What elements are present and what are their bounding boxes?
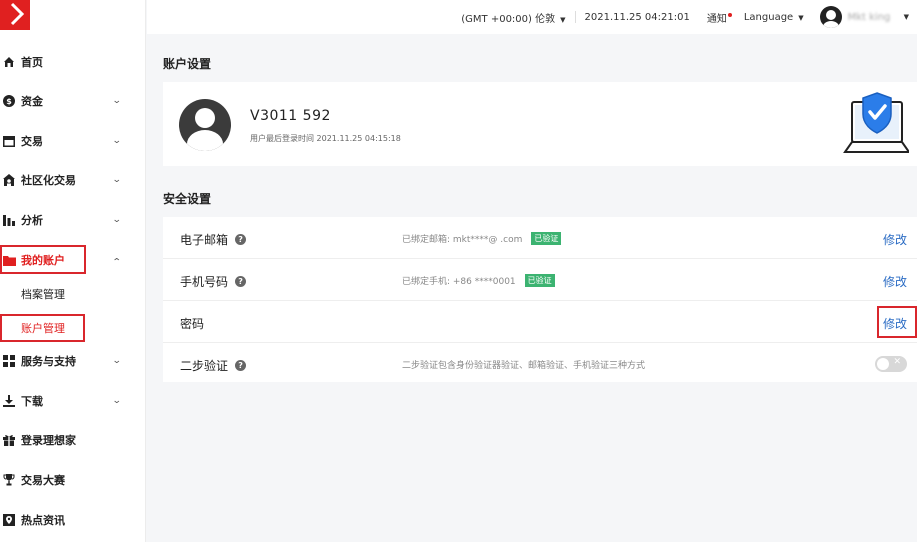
user-avatar[interactable] xyxy=(819,6,842,28)
sidebar-item-service[interactable]: 服务与支持 ⌄ xyxy=(0,347,146,375)
notice-label: 通知 xyxy=(706,13,727,25)
language-select[interactable]: Language ▼ xyxy=(744,12,804,23)
two-step-row: 二步验证? 二步验证包含身份验证器验证、邮箱验证、手机验证三种方式 ✕ xyxy=(163,343,917,385)
notification-dot xyxy=(727,12,732,17)
sidebar-item-label: 我的账户 xyxy=(21,254,65,267)
sidebar-item-login-ideal[interactable]: 登录理想家 xyxy=(0,426,146,454)
sidebar-item-community[interactable]: 社区化交易 ⌄ xyxy=(0,166,146,194)
security-card: 电子邮箱? 已绑定邮箱: mkt****@ .com 已验证 修改 手机号码? 已… xyxy=(163,217,917,382)
sidebar-item-my-account[interactable]: 我的账户 ⌄ xyxy=(0,246,146,274)
chevron-down-icon: ⌄ xyxy=(111,175,122,185)
community-icon xyxy=(2,173,16,187)
last-login-time: 用户最后登录时间 2021.11.25 04:15:18 xyxy=(250,134,401,143)
password-row: 密码 修改 xyxy=(163,301,917,343)
brand-logo[interactable] xyxy=(0,0,30,30)
card-icon xyxy=(2,134,16,148)
username[interactable]: Mkt king xyxy=(848,12,894,23)
phone-row-info-wrap: 已绑定手机: +86 ****0001 已验证 xyxy=(402,274,555,287)
sidebar-item-label: 社区化交易 xyxy=(21,174,76,187)
grid-icon xyxy=(2,354,16,368)
laptop-shield-icon xyxy=(843,92,909,153)
edit-email-link[interactable]: 修改 xyxy=(883,231,907,248)
verified-badge: 已验证 xyxy=(531,232,562,245)
sidebar-item-download[interactable]: 下载 ⌄ xyxy=(0,387,146,415)
sidebar-item-funds[interactable]: $ 资金 ⌄ xyxy=(0,87,146,115)
sidebar-item-label: 交易 xyxy=(21,135,43,148)
gift-icon xyxy=(2,433,16,447)
chevron-up-icon: ⌄ xyxy=(111,255,122,265)
news-icon xyxy=(2,513,16,527)
sidebar-subitem-label: 档案管理 xyxy=(21,288,65,301)
phone-row: 手机号码? 已绑定手机: +86 ****0001 已验证 修改 xyxy=(163,259,917,301)
caret-down-icon: ▼ xyxy=(798,13,804,22)
chevron-down-icon: ⌄ xyxy=(111,215,122,225)
sidebar-item-label: 交易大赛 xyxy=(21,474,65,487)
password-row-label: 密码 xyxy=(180,317,205,331)
two-step-toggle[interactable]: ✕ xyxy=(875,356,907,372)
chevron-down-icon: ⌄ xyxy=(111,136,122,146)
sidebar-subitem-profile[interactable]: 档案管理 xyxy=(0,282,146,306)
security-settings-title: 安全设置 xyxy=(163,192,212,206)
home-icon xyxy=(2,55,16,69)
trophy-icon xyxy=(2,473,16,487)
edit-password-link[interactable]: 修改 xyxy=(883,315,907,332)
verified-badge: 已验证 xyxy=(524,274,555,287)
sidebar-item-contest[interactable]: 交易大赛 xyxy=(0,466,146,494)
sidebar-item-label: 服务与支持 xyxy=(21,355,76,368)
two-step-description: 二步验证包含身份验证器验证、邮箱验证、手机验证三种方式 xyxy=(402,361,646,371)
top-bar: (GMT +00:00) 伦敦 ▼ 2021.11.25 04:21:01 通知 … xyxy=(147,0,917,34)
two-step-row-label-wrap: 二步验证? xyxy=(180,357,247,374)
datetime-display: 2021.11.25 04:21:01 xyxy=(584,11,690,23)
toggle-off-icon: ✕ xyxy=(893,357,901,367)
email-row-info-wrap: 已绑定邮箱: mkt****@ .com 已验证 xyxy=(402,232,562,245)
sidebar-item-label: 登录理想家 xyxy=(21,434,76,447)
phone-row-label-wrap: 手机号码? xyxy=(180,273,247,290)
svg-text:$: $ xyxy=(6,97,12,106)
chevron-down-icon: ⌄ xyxy=(111,96,122,106)
language-label: Language xyxy=(743,11,794,23)
sidebar-item-label: 下载 xyxy=(21,395,43,408)
sidebar-item-home[interactable]: 首页 xyxy=(0,48,146,76)
sidebar-subitem-label: 账户管理 xyxy=(21,322,65,335)
sidebar: 首页 $ 资金 ⌄ 交易 ⌄ 社区化交易 ⌄ 分析 ⌄ 我的账户 ⌄ 档案管理 … xyxy=(0,0,146,542)
profile-avatar xyxy=(179,99,231,151)
timezone-label: (GMT +00:00) 伦敦 xyxy=(461,13,556,25)
caret-down-icon[interactable]: ▼ xyxy=(904,13,909,21)
folder-icon xyxy=(2,253,16,267)
dollar-icon: $ xyxy=(2,94,16,108)
divider xyxy=(574,11,576,23)
chevron-down-icon: ⌄ xyxy=(111,396,122,406)
bound-email: 已绑定邮箱: mkt****@ .com xyxy=(402,235,523,245)
account-settings-title: 账户设置 xyxy=(163,57,212,71)
two-step-row-label: 二步验证 xyxy=(180,359,229,373)
email-row-label: 电子邮箱 xyxy=(180,233,229,247)
sidebar-item-label: 热点资讯 xyxy=(21,514,65,527)
account-card: V3011 592 用户最后登录时间 2021.11.25 04:15:18 xyxy=(163,82,917,166)
phone-row-label: 手机号码 xyxy=(180,275,229,289)
edit-phone-link[interactable]: 修改 xyxy=(883,273,907,290)
email-row: 电子邮箱? 已绑定邮箱: mkt****@ .com 已验证 修改 xyxy=(163,217,917,259)
sidebar-subitem-account-management[interactable]: 账户管理 xyxy=(0,316,146,340)
help-icon[interactable]: ? xyxy=(235,234,247,245)
timezone-select[interactable]: (GMT +00:00) 伦敦 ▼ xyxy=(461,10,565,25)
sidebar-item-trade[interactable]: 交易 ⌄ xyxy=(0,127,146,155)
account-id: V3011 592 xyxy=(250,108,331,124)
chevron-down-icon: ⌄ xyxy=(111,356,122,366)
download-icon xyxy=(2,394,16,408)
sidebar-item-label: 首页 xyxy=(21,56,43,69)
help-icon[interactable]: ? xyxy=(235,276,247,287)
bound-phone: 已绑定手机: +86 ****0001 xyxy=(402,277,516,287)
email-row-label-wrap: 电子邮箱? xyxy=(180,231,247,248)
sidebar-item-news[interactable]: 热点资讯 xyxy=(0,506,146,534)
sidebar-item-analysis[interactable]: 分析 ⌄ xyxy=(0,206,146,234)
caret-down-icon: ▼ xyxy=(560,15,566,24)
notice-link[interactable]: 通知 xyxy=(707,10,732,25)
bar-chart-icon xyxy=(2,213,16,227)
help-icon[interactable]: ? xyxy=(235,360,247,371)
sidebar-item-label: 分析 xyxy=(21,214,43,227)
sidebar-item-label: 资金 xyxy=(21,95,43,108)
